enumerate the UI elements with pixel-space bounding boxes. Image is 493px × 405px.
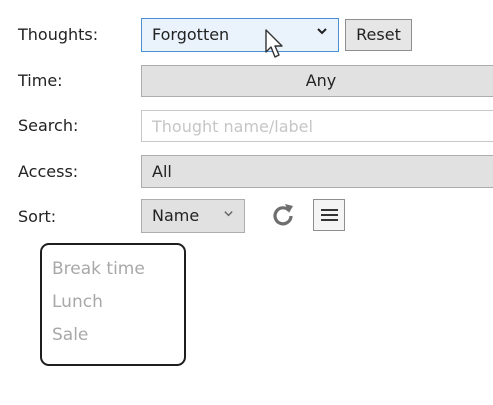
access-selector[interactable]: All xyxy=(141,155,493,188)
sort-dropdown[interactable]: Name xyxy=(141,199,245,233)
hamburger-menu-icon[interactable] xyxy=(313,199,345,231)
thoughts-dropdown-value: Forgotten xyxy=(152,25,230,44)
thought-filter-panel: Thoughts: Forgotten Reset Time: Any Sear… xyxy=(0,0,493,405)
access-label: Access: xyxy=(18,162,79,181)
time-label: Time: xyxy=(18,71,63,90)
menu-line xyxy=(321,209,338,211)
thoughts-dropdown[interactable]: Forgotten xyxy=(141,18,339,52)
search-label: Search: xyxy=(18,116,79,135)
list-item[interactable]: Lunch xyxy=(52,292,103,312)
chevron-down-icon xyxy=(316,25,328,41)
menu-line xyxy=(321,219,338,221)
list-item[interactable]: Break time xyxy=(52,259,145,279)
sort-dropdown-value: Name xyxy=(152,206,200,225)
thought-list: Break time Lunch Sale xyxy=(40,243,186,366)
mouse-pointer-icon xyxy=(263,28,285,60)
refresh-icon[interactable] xyxy=(268,200,298,230)
menu-line xyxy=(321,214,338,216)
list-item[interactable]: Sale xyxy=(52,325,88,345)
thoughts-label: Thoughts: xyxy=(18,25,99,44)
time-selector[interactable]: Any xyxy=(141,65,493,97)
chevron-down-icon xyxy=(223,208,234,222)
sort-label: Sort: xyxy=(18,207,57,226)
reset-button[interactable]: Reset xyxy=(345,19,412,51)
search-input[interactable]: Thought name/label xyxy=(141,110,493,142)
